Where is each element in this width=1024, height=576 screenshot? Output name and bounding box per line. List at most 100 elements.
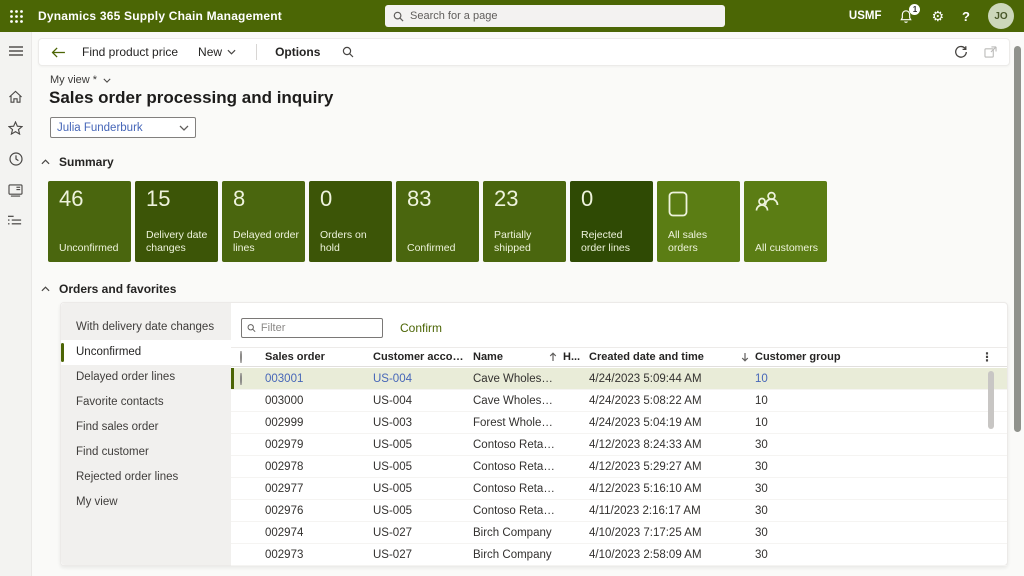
summary-tile[interactable]: 0 Rejected order lines (570, 181, 653, 262)
cell-customer-group[interactable]: 30 (755, 549, 875, 561)
orders-nav-item[interactable]: Find customer (61, 440, 231, 465)
orders-nav-item[interactable]: With delivery date changes (61, 315, 231, 340)
orders-nav-item[interactable]: My view (61, 490, 231, 515)
table-row[interactable]: 002979 US-005 Contoso Retail Se... 4/12/… (231, 434, 1007, 456)
summary-tile[interactable]: 23 Partially shipped (483, 181, 566, 262)
orders-section-header[interactable]: Orders and favorites (41, 282, 176, 296)
cell-sales-order[interactable]: 002977 (265, 483, 373, 495)
cell-sales-order[interactable]: 003000 (265, 395, 373, 407)
global-search-box[interactable] (385, 5, 725, 27)
table-row[interactable]: 003000 US-004 Cave Wholesales 4/24/2023 … (231, 390, 1007, 412)
orders-nav-item[interactable]: Rejected order lines (61, 465, 231, 490)
orders-nav-item[interactable]: Delayed order lines (61, 365, 231, 390)
cell-customer-group[interactable]: 10 (755, 417, 875, 429)
cell-customer-account[interactable]: US-027 (373, 527, 473, 539)
cell-customer-group[interactable]: 30 (755, 505, 875, 517)
expand-menu-button[interactable] (7, 42, 25, 60)
table-row[interactable]: 002973 US-027 Birch Company 4/10/2023 2:… (231, 544, 1007, 566)
cell-customer-group[interactable]: 30 (755, 483, 875, 495)
options-menu-button[interactable]: Options (275, 45, 320, 59)
summary-section-header[interactable]: Summary (41, 155, 114, 169)
cell-customer-group[interactable]: 10 (755, 373, 875, 385)
workspaces-button[interactable] (7, 181, 25, 199)
grid-more-options-icon[interactable]: ⋮ (875, 350, 1007, 364)
tile-label: Orders on hold (320, 229, 386, 255)
page-scrollbar-thumb[interactable] (1014, 46, 1021, 432)
summary-tile[interactable]: 46 Unconfirmed (48, 181, 131, 262)
cell-customer-account[interactable]: US-004 (373, 395, 473, 407)
modules-button[interactable] (7, 212, 25, 230)
column-created[interactable]: Created date and time (589, 351, 755, 363)
cell-customer-account[interactable]: US-005 (373, 505, 473, 517)
global-search-input[interactable] (410, 10, 717, 22)
page-title: Sales order processing and inquiry (49, 88, 333, 108)
summary-tile[interactable]: 15 Delivery date changes (135, 181, 218, 262)
cell-customer-group[interactable]: 30 (755, 461, 875, 473)
cell-sales-order[interactable]: 002979 (265, 439, 373, 451)
grid-filter-box[interactable] (241, 318, 383, 338)
column-sales-order[interactable]: Sales order (265, 351, 373, 363)
cell-customer-group[interactable]: 30 (755, 439, 875, 451)
back-button[interactable] (51, 47, 66, 58)
column-customer-group[interactable]: Customer group (755, 351, 875, 363)
tile-count: 46 (59, 186, 83, 212)
new-menu-button[interactable]: New (198, 45, 236, 59)
cell-customer-account[interactable]: US-005 (373, 439, 473, 451)
confirm-button[interactable]: Confirm (400, 321, 442, 335)
column-name[interactable]: Name (473, 351, 563, 363)
cell-customer-group[interactable]: 10 (755, 395, 875, 407)
cell-created: 4/11/2023 2:16:17 AM (589, 505, 755, 517)
orders-nav-item[interactable]: Favorite contacts (61, 390, 231, 415)
table-row[interactable]: 002976 US-005 Contoso Retail Se... 4/11/… (231, 500, 1007, 522)
table-row[interactable]: 002978 US-005 Contoso Retail Se... 4/12/… (231, 456, 1007, 478)
cell-sales-order[interactable]: 002978 (265, 461, 373, 473)
table-row[interactable]: 003001 US-004 Cave Wholesales 4/24/2023 … (231, 368, 1007, 390)
grid-filter-input[interactable] (261, 322, 377, 334)
summary-tile[interactable]: 83 Confirmed (396, 181, 479, 262)
cell-sales-order[interactable]: 002999 (265, 417, 373, 429)
toolbar-search-button[interactable] (342, 46, 354, 58)
cell-sales-order[interactable]: 002976 (265, 505, 373, 517)
favorites-button[interactable] (7, 119, 25, 137)
open-in-new-window-button[interactable] (984, 46, 997, 58)
table-row[interactable]: 002977 US-005 Contoso Retail Se... 4/12/… (231, 478, 1007, 500)
column-customer-account[interactable]: Customer account (373, 351, 473, 363)
chevron-up-icon (41, 286, 50, 292)
summary-tile[interactable]: 0 Orders on hold (309, 181, 392, 262)
page-name-label: Find product price (82, 45, 178, 59)
notifications-button[interactable]: 1 (899, 9, 913, 24)
cell-sales-order[interactable]: 002973 (265, 549, 373, 561)
cell-customer-account[interactable]: US-003 (373, 417, 473, 429)
settings-button[interactable]: ⚙ (931, 9, 944, 23)
row-checkbox[interactable] (240, 373, 242, 385)
cell-sales-order[interactable]: 002974 (265, 527, 373, 539)
help-button[interactable]: ? (962, 9, 970, 24)
company-selector[interactable]: USMF (849, 10, 882, 22)
cell-customer-account[interactable]: US-005 (373, 483, 473, 495)
table-row[interactable]: 002999 US-003 Forest Wholesales 4/24/202… (231, 412, 1007, 434)
cell-customer-account[interactable]: US-004 (373, 373, 473, 385)
tile-count: 0 (320, 186, 332, 212)
summary-tile[interactable]: 8 Delayed order lines (222, 181, 305, 262)
home-button[interactable] (7, 88, 25, 106)
cell-customer-account[interactable]: US-005 (373, 461, 473, 473)
view-selector[interactable]: My view * (50, 74, 111, 86)
person-filter-dropdown[interactable]: Julia Funderburk (50, 117, 196, 138)
refresh-button[interactable] (954, 45, 968, 59)
cell-sales-order[interactable]: 003001 (265, 373, 373, 385)
table-scrollbar-thumb[interactable] (988, 371, 994, 429)
cell-customer-group[interactable]: 30 (755, 527, 875, 539)
summary-tile[interactable]: All sales orders (657, 181, 740, 262)
table-row[interactable]: 002974 US-027 Birch Company 4/10/2023 7:… (231, 522, 1007, 544)
app-launcher-icon[interactable] (0, 0, 32, 32)
orders-nav-item[interactable]: Find sales order (61, 415, 231, 440)
select-all-checkbox[interactable] (240, 351, 242, 363)
recent-button[interactable] (7, 150, 25, 168)
summary-tile[interactable]: All customers (744, 181, 827, 262)
app-title[interactable]: Dynamics 365 Supply Chain Management (38, 9, 282, 23)
cell-customer-account[interactable]: US-027 (373, 549, 473, 561)
user-avatar[interactable]: JO (988, 3, 1014, 29)
orders-nav-item[interactable]: Unconfirmed (61, 340, 231, 365)
cell-name: Cave Wholesales (473, 395, 563, 407)
column-hold[interactable]: H... (563, 351, 589, 363)
